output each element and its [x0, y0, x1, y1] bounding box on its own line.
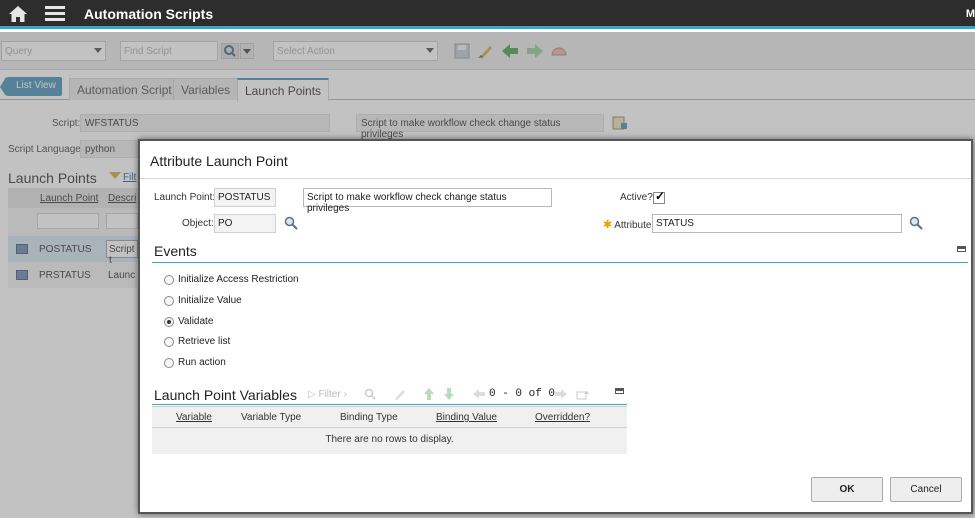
launch-point-variables-table: Variable Variable Type Binding Type Bind… — [152, 406, 627, 454]
event-option-label: Initialize Access Restriction — [178, 274, 299, 285]
launch-point-label: Launch Point: — [154, 192, 216, 203]
download-icon[interactable] — [576, 388, 590, 400]
launch-point-variables-title: Launch Point Variables — [154, 387, 297, 403]
object-field[interactable]: PO — [214, 214, 276, 233]
object-label: Object: — [182, 218, 214, 229]
divider — [152, 262, 968, 263]
events-title: Events — [154, 243, 197, 259]
radio-initialize-value[interactable] — [164, 296, 174, 306]
column-header[interactable]: Overridden? — [535, 412, 590, 423]
search-icon[interactable] — [364, 388, 376, 400]
launch-point-field[interactable]: POSTATUS — [214, 188, 276, 207]
search-icon[interactable] — [284, 216, 298, 230]
next-page-icon[interactable] — [554, 388, 568, 400]
app-title: Automation Scripts — [84, 6, 214, 22]
column-header[interactable]: Binding Value — [436, 412, 497, 423]
event-option-label: Initialize Value — [178, 295, 242, 306]
top-bar: Automation Scripts M — [0, 0, 975, 29]
event-option-label: Validate — [178, 316, 214, 327]
cancel-button[interactable]: Cancel — [890, 477, 962, 502]
dialog-title: Attribute Launch Point — [150, 153, 288, 169]
clear-filter-icon[interactable] — [394, 388, 406, 400]
menu-icon[interactable] — [45, 6, 65, 22]
event-option-label: Retrieve list — [178, 336, 231, 347]
attribute-field[interactable]: STATUS — [652, 214, 902, 233]
radio-validate[interactable] — [164, 317, 174, 327]
radio-retrieve-list[interactable] — [164, 337, 174, 347]
active-label: Active? — [620, 192, 653, 203]
divider — [140, 178, 971, 179]
user-menu[interactable]: M — [966, 8, 975, 20]
arrow-down-icon[interactable] — [443, 387, 455, 401]
arrow-up-icon[interactable] — [423, 387, 435, 401]
previous-page-icon[interactable] — [472, 388, 486, 400]
attribute-launch-point-dialog: Attribute Launch Point Launch Point: POS… — [138, 139, 973, 514]
filter-toggle[interactable]: ▷ Filter › — [308, 389, 347, 400]
required-icon: ✱ — [603, 219, 613, 231]
active-checkbox[interactable] — [653, 189, 665, 204]
empty-table-message: There are no rows to display. — [325, 434, 454, 445]
divider — [152, 427, 627, 428]
search-icon[interactable] — [909, 216, 923, 230]
column-header[interactable]: Variable — [176, 412, 212, 423]
attribute-label: ✱ Attribute: — [603, 219, 655, 231]
divider — [152, 404, 627, 405]
home-icon[interactable] — [8, 5, 28, 23]
radio-run-action[interactable] — [164, 358, 174, 368]
event-option-label: Run action — [178, 357, 226, 368]
collapse-section-icon[interactable] — [615, 388, 624, 394]
ok-button[interactable]: OK — [811, 477, 883, 502]
column-header: Binding Type — [340, 412, 398, 423]
radio-initialize-access-restriction[interactable] — [164, 275, 174, 285]
launch-point-description-field[interactable]: Script to make workflow check change sta… — [303, 188, 552, 214]
pagination-text: 0 - 0 of 0 — [489, 388, 556, 400]
column-header: Variable Type — [241, 412, 302, 423]
collapse-section-icon[interactable] — [957, 246, 966, 252]
